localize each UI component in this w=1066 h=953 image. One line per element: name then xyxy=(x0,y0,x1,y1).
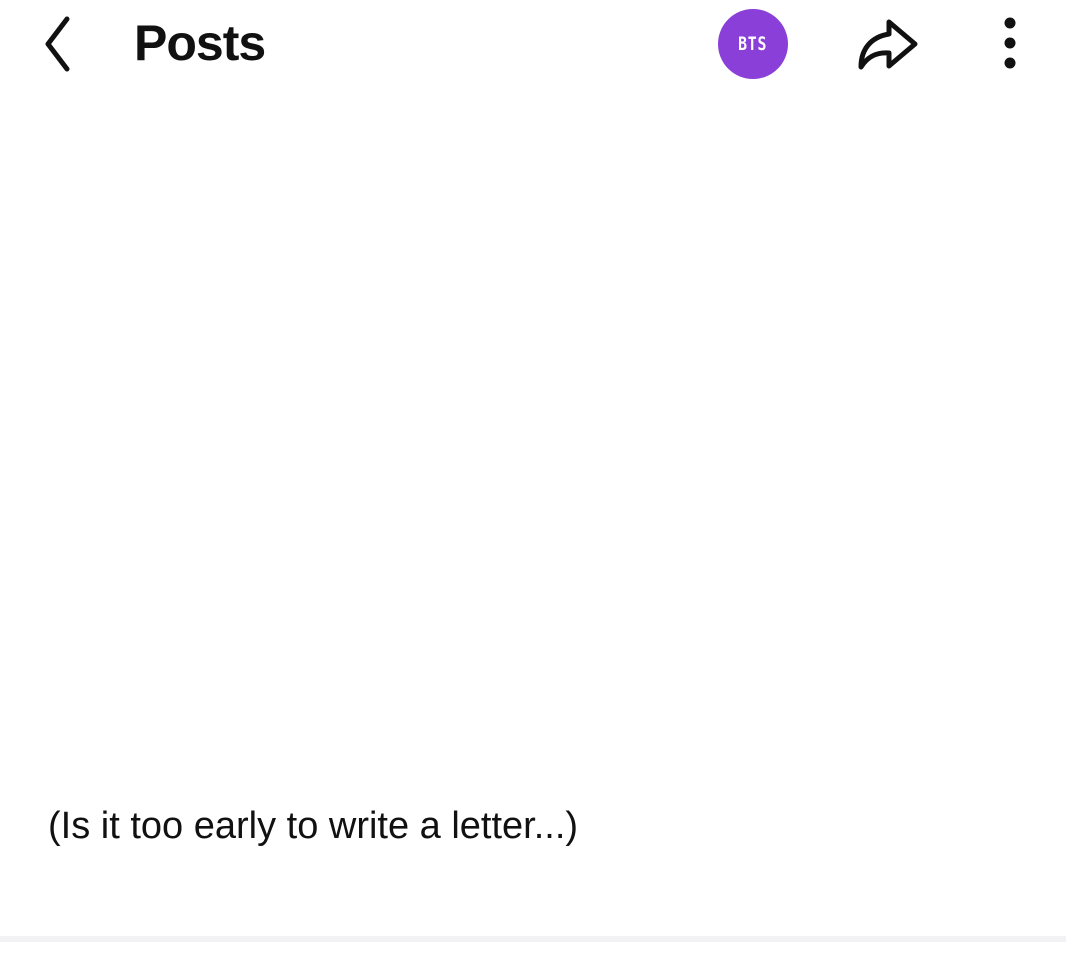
post-text: (Is it too early to write a letter...) xyxy=(48,805,579,847)
top-bar: Posts BTS xyxy=(0,0,1066,90)
posts-screen: Posts BTS (Is it too early to write a le… xyxy=(0,0,1066,953)
share-button[interactable] xyxy=(850,14,922,78)
avatar-label: BTS xyxy=(738,33,768,55)
more-options-button[interactable] xyxy=(988,12,1032,76)
page-title: Posts xyxy=(134,15,266,71)
vertical-dots-icon xyxy=(1004,17,1016,69)
chevron-left-icon xyxy=(45,16,70,72)
back-button[interactable] xyxy=(30,12,86,76)
bottom-divider xyxy=(0,936,1066,942)
share-arrow-icon xyxy=(858,19,918,70)
avatar[interactable]: BTS xyxy=(718,9,788,79)
